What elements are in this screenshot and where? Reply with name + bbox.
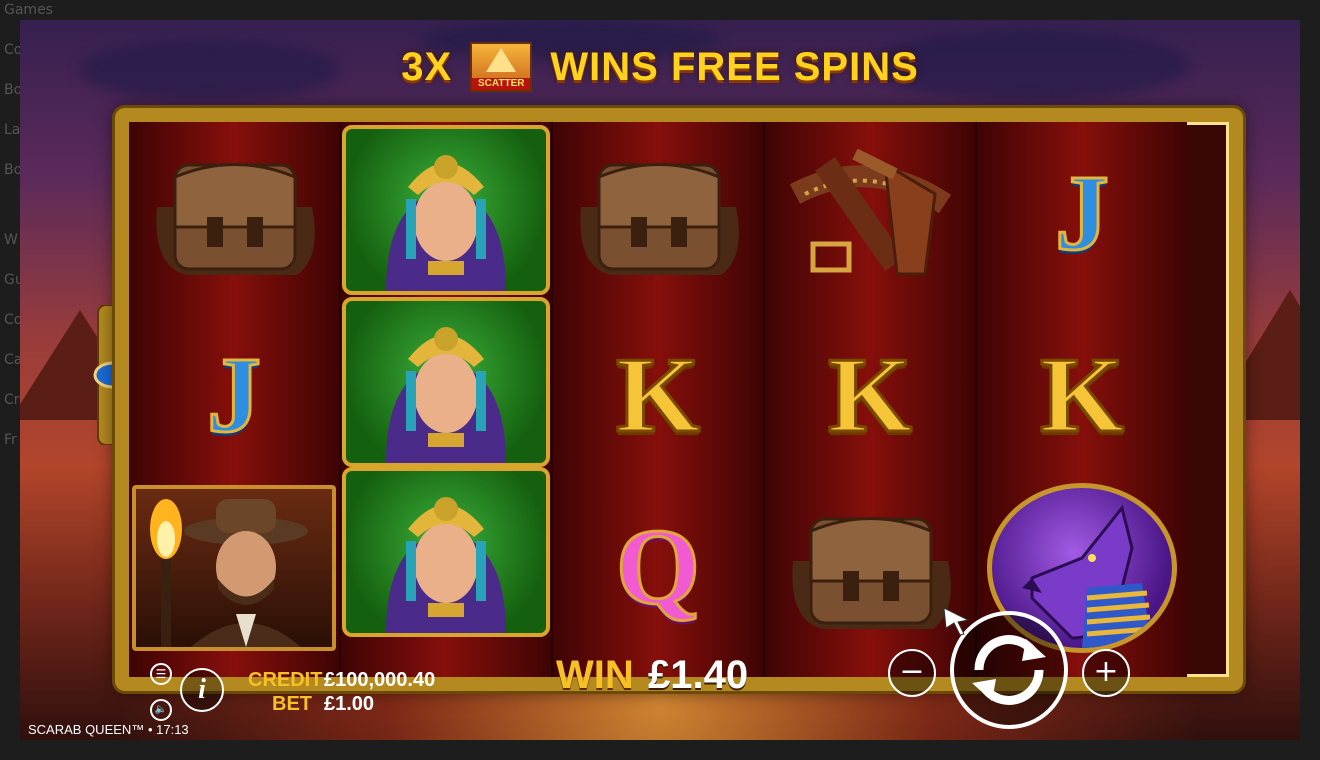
scarab-queen-icon [386, 327, 506, 463]
free-spins-banner: 3X SCATTER WINS FREE SPINS [20, 42, 1300, 92]
symbol-letter: Q [614, 508, 701, 627]
bet-value: £1.00 [324, 693, 375, 715]
satchel-icon [579, 162, 739, 275]
reel-1: J [129, 122, 341, 677]
menu-button[interactable]: ☰ [150, 663, 172, 685]
nav-fragment: La [4, 122, 21, 138]
game-name: SCARAB QUEEN™ [28, 722, 145, 737]
decrease-bet-button[interactable]: − [888, 649, 936, 697]
symbol-letter: J [1054, 154, 1111, 273]
banner-prefix: 3X [401, 44, 453, 89]
symbol-satchel [129, 130, 339, 298]
symbol-k: K [765, 312, 975, 480]
reel-2 [341, 122, 553, 677]
nav-fragment: Fr [4, 432, 17, 448]
nav-fragment: W [4, 232, 18, 248]
symbol-queen [341, 297, 551, 467]
credit-label: CREDIT [248, 669, 323, 691]
symbol-letter: K [614, 336, 701, 455]
reel-4: K [765, 122, 977, 677]
explorer-icon [150, 499, 308, 647]
footer: SCARAB QUEEN™ • 17:13 [28, 722, 189, 737]
queen-portrait [342, 125, 550, 295]
symbol-letter: K [1038, 336, 1125, 455]
scarab-queen-icon [386, 497, 506, 633]
symbol-gun-belt [765, 130, 975, 298]
gun-belt-icon [789, 148, 952, 276]
increase-bet-button[interactable]: + [1082, 649, 1130, 697]
reel-3: K Q [553, 122, 765, 677]
explorer-portrait [132, 485, 336, 651]
sound-button[interactable]: 🔈 [150, 699, 172, 721]
reel-grid: J K Q K J K [129, 122, 1229, 677]
symbol-letter: K [826, 336, 913, 455]
satchel-icon [155, 162, 315, 275]
symbol-satchel [553, 130, 763, 298]
bet-label: BET [272, 693, 312, 715]
slot-game-window: 3X SCATTER WINS FREE SPINS J K Q K J K ☰… [20, 20, 1300, 740]
satchel-icon [791, 516, 951, 629]
banner-suffix: WINS FREE SPINS [550, 44, 919, 89]
info-button[interactable]: i [180, 668, 224, 712]
scatter-icon: SCATTER [470, 42, 533, 92]
symbol-queen [341, 467, 551, 637]
mouse-cursor-icon [943, 607, 970, 636]
win-label: WIN [556, 653, 634, 697]
symbol-letter: J [206, 336, 263, 455]
queen-portrait [342, 297, 550, 467]
symbol-j: J [977, 130, 1187, 298]
queen-portrait [342, 467, 550, 637]
reel-frame: J K Q K J K [115, 108, 1243, 691]
credit-value: £100,000.40 [324, 669, 436, 691]
symbol-k: K [553, 312, 763, 480]
win-value: £1.40 [648, 653, 749, 697]
symbol-explorer [129, 484, 339, 652]
hud: ☰ 🔈 i CREDIT £100,000.40 BET £1.00 WIN £… [20, 611, 1300, 740]
symbol-j: J [129, 312, 339, 480]
symbol-queen [341, 125, 551, 295]
scarab-queen-icon [386, 155, 506, 291]
symbol-q: Q [553, 484, 763, 652]
reel-5: J K [977, 122, 1187, 677]
symbol-k: K [977, 312, 1187, 480]
footer-separator: • [147, 722, 153, 737]
nav-fragment: Cr [4, 392, 20, 408]
scatter-label: SCATTER [472, 78, 531, 90]
clock-time: 17:13 [156, 722, 189, 737]
nav-fragment: Games [4, 2, 53, 18]
